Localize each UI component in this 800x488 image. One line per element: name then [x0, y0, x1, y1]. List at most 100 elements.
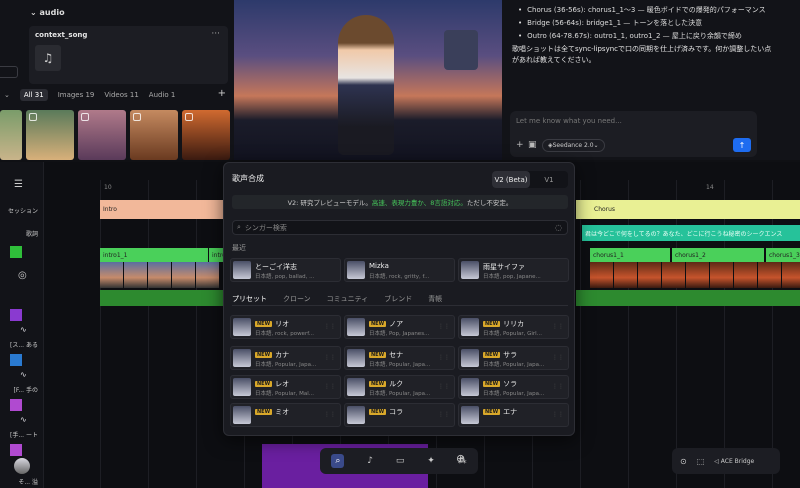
preset-singer-card[interactable]: NEW セナ 日本語, Popular, Japa... ⋮⋮	[344, 346, 455, 370]
preset-singer-card[interactable]: NEW ノア 日本語, Pop, Japanes... ⋮⋮	[344, 315, 455, 339]
drag-handle-icon[interactable]: ⋮⋮	[552, 323, 564, 330]
composer-placeholder[interactable]: Let me know what you need...	[516, 117, 622, 125]
preset-singer-card[interactable]: NEW コラ ⋮⋮	[344, 403, 455, 427]
preset-singer-card[interactable]: NEW サラ 日本語, Popular, Japa... ⋮⋮	[458, 346, 569, 370]
video-frames-left	[100, 262, 219, 288]
frame	[172, 262, 195, 288]
frame	[638, 262, 661, 288]
singer-avatar	[461, 261, 479, 279]
drag-handle-icon[interactable]: ⋮⋮	[324, 383, 336, 390]
new-badge: NEW	[483, 381, 501, 387]
media-thumb[interactable]	[0, 110, 22, 160]
section-intro[interactable]: Intro	[100, 200, 223, 219]
clip-label[interactable]: chorus1_2	[672, 248, 764, 262]
singer-card[interactable]: Mizka 日本語, rock, gritty, f...	[344, 258, 455, 282]
side-item: そ... 溢	[18, 479, 38, 486]
filter-audio[interactable]: Audio 1	[149, 91, 176, 99]
send-button[interactable]: ↑	[733, 138, 751, 152]
menu-icon[interactable]: ☰	[14, 179, 23, 190]
singer-tags: 日本語, rock, powerf...	[255, 331, 314, 337]
audio-section-header[interactable]: ⌄ audio	[30, 8, 65, 17]
singer-card[interactable]: 雨星サイファ 日本語, pop, Japane...	[458, 258, 569, 282]
drag-handle-icon[interactable]: ⋮⋮	[552, 411, 564, 418]
drag-handle-icon[interactable]: ⋮⋮	[552, 354, 564, 361]
singer-avatar	[347, 261, 365, 279]
singer-tags: 日本語, Pop, Japanes...	[369, 331, 430, 337]
tab-community[interactable]: コミュニティ	[327, 294, 369, 304]
search-tool-icon[interactable]: ⌕	[331, 454, 345, 468]
side-item: [F... 手の	[13, 387, 38, 394]
model-select[interactable]: ◈ Seedance 2.0 ⌄	[542, 139, 605, 152]
tab-preset[interactable]: プリセット	[232, 294, 267, 304]
tab-blend[interactable]: ブレンド	[384, 294, 412, 304]
filter-chevron-icon[interactable]: ⌄	[4, 91, 10, 99]
chat-composer[interactable]: Let me know what you need... + ▣ ◈ Seeda…	[510, 111, 757, 157]
preset-singer-card[interactable]: NEW リリカ 日本語, Popular, Girl... ⋮⋮	[458, 315, 569, 339]
drag-handle-icon[interactable]: ⋮⋮	[324, 411, 336, 418]
clip-label[interactable]: intro1_1	[209, 248, 223, 262]
audio-bar-left[interactable]	[100, 290, 224, 306]
image-icon	[133, 113, 141, 121]
media-thumb[interactable]	[78, 110, 126, 160]
drag-handle-icon[interactable]: ⋮⋮	[438, 411, 450, 418]
audio-bar-right[interactable]	[576, 290, 800, 306]
spinner-icon: ◌	[555, 223, 562, 232]
media-thumb[interactable]	[26, 110, 74, 160]
singer-search[interactable]: ⌕ シンガー検索 ◌	[232, 220, 568, 235]
singer-name: ノア	[389, 320, 404, 328]
drag-handle-icon[interactable]: ⋮⋮	[438, 323, 450, 330]
plus-icon[interactable]: +	[516, 140, 524, 150]
drag-handle-icon[interactable]: ⋮⋮	[324, 354, 336, 361]
preset-singer-card[interactable]: NEW カナ 日本語, Popular, Japa... ⋮⋮	[230, 346, 341, 370]
preset-singer-card[interactable]: NEW リオ 日本語, rock, powerf... ⋮⋮	[230, 315, 341, 339]
preset-singer-card[interactable]: NEW ソラ 日本語, Popular, Japa... ⋮⋮	[458, 375, 569, 399]
preset-singer-card[interactable]: NEW レオ 日本語, Popular, Mal... ⋮⋮	[230, 375, 341, 399]
lyric-clip[interactable]: 君は今どこで何をしてるの？あなた、どこに行こうね秘密のシークエンス	[582, 225, 800, 241]
audio-card[interactable]: context_song ··· ♫	[29, 26, 228, 84]
version-v1[interactable]: V1	[530, 171, 568, 188]
drag-handle-icon[interactable]: ⋮⋮	[438, 383, 450, 390]
media-thumb[interactable]	[182, 110, 230, 160]
attach-icon[interactable]: ▣	[528, 140, 537, 150]
filter-videos[interactable]: Videos 11	[104, 91, 138, 99]
add-media-button[interactable]: +	[218, 88, 226, 99]
frame	[614, 262, 637, 288]
mic-icon[interactable]: ♪	[367, 456, 373, 466]
settings-icon[interactable]: ⊙	[680, 457, 687, 466]
timeline-toolbar: ⌕ ♪ ▭ ✦ ⁂	[320, 448, 478, 474]
filter-images[interactable]: Images 19	[58, 91, 95, 99]
water-tower	[444, 30, 478, 70]
card-menu-icon[interactable]: ···	[211, 29, 220, 39]
model-label: Seedance 2.0	[552, 142, 594, 149]
singer-name: ルク	[389, 380, 404, 388]
singer-tags: 日本語, rock, gritty, f...	[369, 274, 430, 280]
drag-handle-icon[interactable]: ⋮⋮	[438, 354, 450, 361]
section-chorus[interactable]: Chorus	[576, 200, 800, 219]
tab-ledger[interactable]: 青帳	[428, 294, 442, 304]
preset-singer-card[interactable]: NEW ルク 日本語, Popular, Japa... ⋮⋮	[344, 375, 455, 399]
chat-bullet: Chorus (36-56s): chorus1_1〜3 — 暖色ボイドでの爆発…	[518, 4, 766, 17]
version-v2[interactable]: V2 (Beta)	[492, 171, 530, 188]
left-input[interactable]	[0, 66, 18, 78]
video-preview[interactable]	[234, 0, 502, 160]
drag-handle-icon[interactable]: ⋮⋮	[552, 383, 564, 390]
version-toggle: V2 (Beta) V1	[492, 171, 568, 188]
preset-singer-card[interactable]: NEW ミオ ⋮⋮	[230, 403, 341, 427]
filter-all[interactable]: All 31	[19, 89, 48, 101]
singer-avatar	[347, 406, 365, 424]
singer-avatar	[461, 318, 479, 336]
media-thumb[interactable]	[130, 110, 178, 160]
drag-handle-icon[interactable]: ⋮⋮	[324, 323, 336, 330]
clip-label[interactable]: chorus1_1	[590, 248, 670, 262]
video-icon[interactable]: ▭	[396, 456, 405, 466]
sparkle-icon[interactable]: ✦	[427, 456, 435, 466]
clip-label[interactable]: intro1_1	[100, 248, 208, 262]
globe-icon[interactable]: ⊕	[456, 452, 465, 465]
clip-label[interactable]: chorus1_3	[766, 248, 800, 262]
ace-bridge-button[interactable]: ◁ ACE Bridge	[714, 458, 754, 465]
preset-singer-card[interactable]: NEW エナ ⋮⋮	[458, 403, 569, 427]
row-label-session: セッション	[7, 208, 38, 215]
export-icon[interactable]: ⬚	[697, 457, 705, 466]
singer-card[interactable]: とーごイ洋志 日本語, pop, ballad, ...	[230, 258, 341, 282]
tab-clone[interactable]: クローン	[283, 294, 311, 304]
